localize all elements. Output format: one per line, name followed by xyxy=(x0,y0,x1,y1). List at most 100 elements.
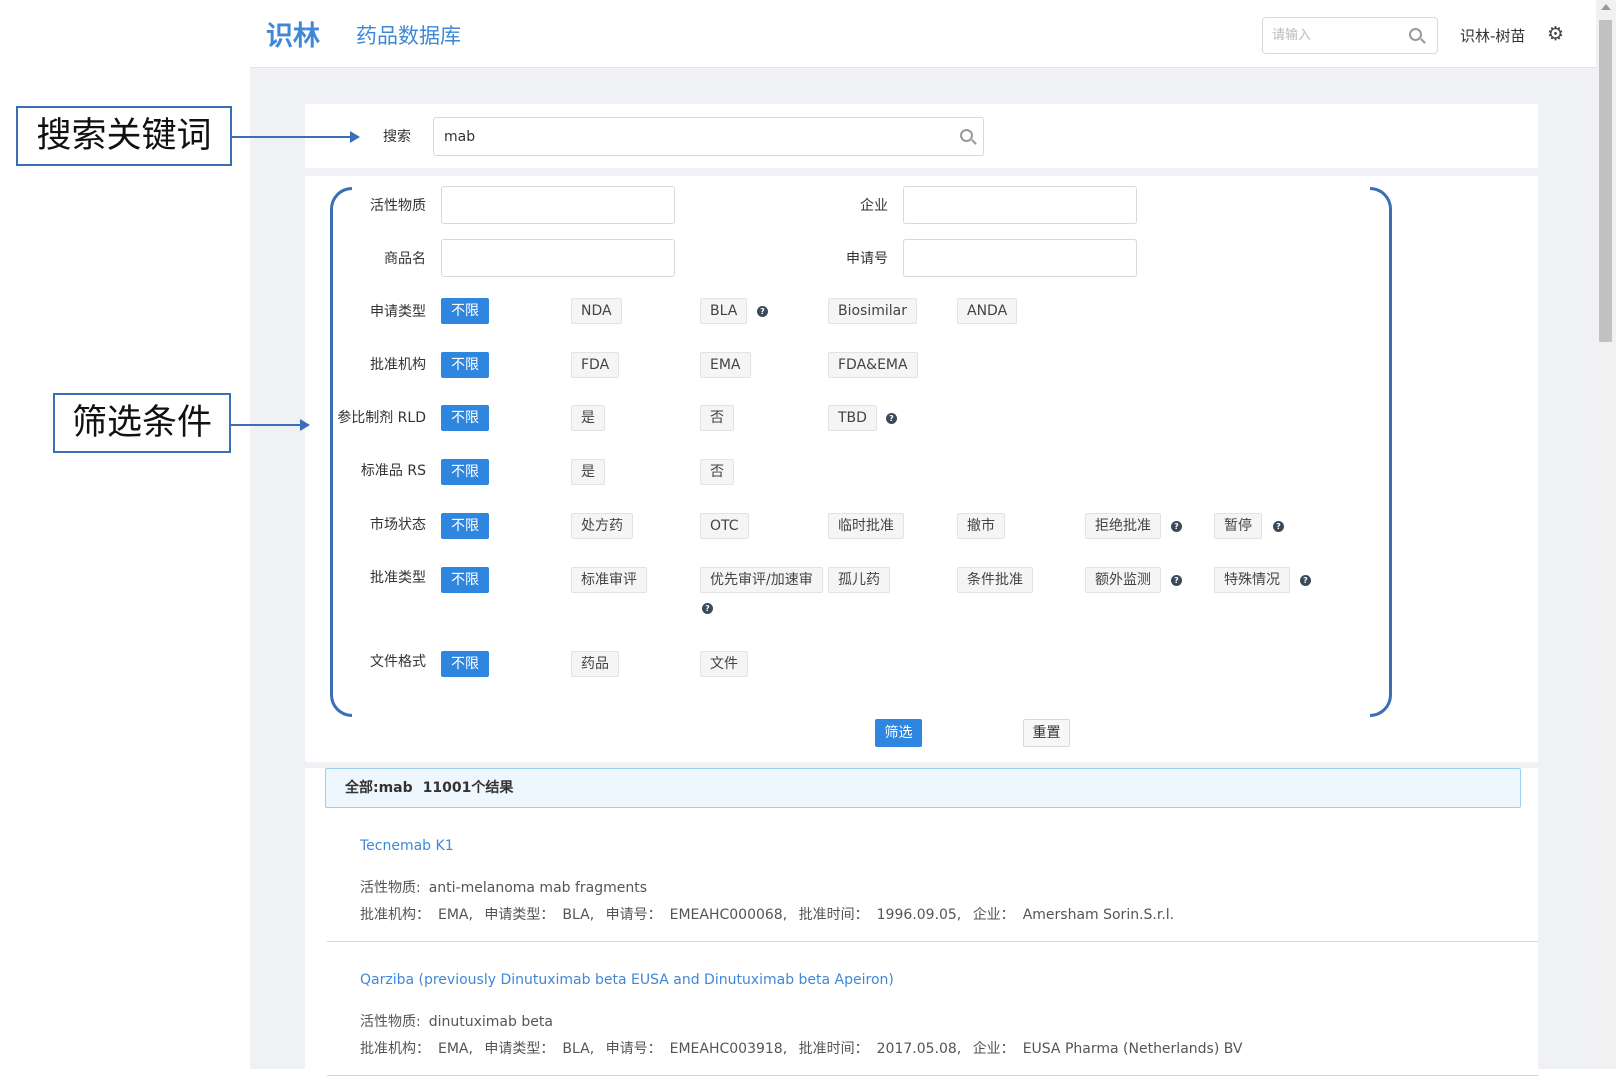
chip-application-type-anda[interactable]: ANDA xyxy=(957,298,1018,324)
app-no-value: EMEAHC003918, xyxy=(669,1041,788,1057)
agency-value: EMA, xyxy=(438,1041,473,1057)
chip-approval-conditional[interactable]: 条件批准 xyxy=(957,567,1033,593)
help-icon[interactable]: ? xyxy=(1300,575,1311,586)
chip-market-temporary[interactable]: 临时批准 xyxy=(828,513,904,539)
active-value: dinutuximab beta xyxy=(428,1014,553,1030)
result-meta-line: 批准机构： EMA, 申请类型： BLA, 申请号： EMEAHC000068, 批准… xyxy=(360,904,1181,924)
chip-market-any[interactable]: 不限 xyxy=(441,513,489,539)
chip-approval-standard[interactable]: 标准审评 xyxy=(571,567,647,593)
chip-agency-ema[interactable]: EMA xyxy=(700,352,751,378)
company-label: 企业： xyxy=(972,1041,1015,1057)
annotation-keyword: 搜索关键词 xyxy=(16,106,232,166)
result-active-line: 活性物质: dinutuximab beta xyxy=(360,1011,560,1031)
help-icon[interactable]: ? xyxy=(757,306,768,317)
chip-agency-any[interactable]: 不限 xyxy=(441,352,489,378)
company-input[interactable] xyxy=(903,186,1137,224)
help-icon[interactable]: ? xyxy=(1171,521,1182,532)
result-count: 11001个结果 xyxy=(422,780,514,796)
results-panel: 全部:mab 11001个结果 Tecnemab K1 活性物质: anti-mel… xyxy=(305,768,1538,1076)
annotation-arrow-keyword xyxy=(232,131,360,143)
filter-label-agency: 批准机构 xyxy=(370,357,426,373)
agency-label: 批准机构： xyxy=(360,907,430,923)
chip-application-type-bla[interactable]: BLA xyxy=(700,298,748,324)
keyword-search-panel: 搜索 xyxy=(305,104,1538,168)
type-label: 申请类型： xyxy=(484,1041,555,1057)
date-value: 2017.05.08, xyxy=(876,1041,962,1057)
top-search-box[interactable] xyxy=(1262,17,1438,54)
agency-value: EMA, xyxy=(438,907,473,923)
module-title[interactable]: 药品数据库 xyxy=(356,20,461,50)
chip-approval-any[interactable]: 不限 xyxy=(441,567,489,593)
active-substance-input[interactable] xyxy=(441,186,675,224)
result-active-line: 活性物质: anti-melanoma mab fragments xyxy=(360,877,654,897)
annotation-filter: 筛选条件 xyxy=(53,393,231,453)
chip-rld-any[interactable]: 不限 xyxy=(441,405,489,431)
agency-label: 批准机构： xyxy=(360,1041,430,1057)
date-label: 批准时间： xyxy=(798,907,869,923)
chip-format-drug[interactable]: 药品 xyxy=(571,651,619,677)
chip-application-type-nda[interactable]: NDA xyxy=(571,298,622,324)
chip-rs-yes[interactable]: 是 xyxy=(571,459,605,485)
chip-rld-tbd[interactable]: TBD xyxy=(828,405,877,431)
filter-label-file-format: 文件格式 xyxy=(370,654,426,670)
search-label: 搜索 xyxy=(383,129,411,145)
chip-approval-exceptional[interactable]: 特殊情况 xyxy=(1214,567,1290,593)
help-icon[interactable]: ? xyxy=(1273,521,1284,532)
chip-agency-fda[interactable]: FDA xyxy=(571,352,620,378)
filter-button[interactable]: 筛选 xyxy=(875,719,922,747)
filter-panel: 活性物质 企业 商品名 申请号 申请类型 不限 NDA BLA ? Biosim… xyxy=(305,176,1538,762)
chip-application-type-any[interactable]: 不限 xyxy=(441,298,489,324)
chip-market-otc[interactable]: OTC xyxy=(700,513,749,539)
type-value: BLA, xyxy=(562,907,595,923)
help-icon[interactable]: ? xyxy=(886,413,897,424)
search-icon[interactable] xyxy=(960,129,973,142)
chip-format-any[interactable]: 不限 xyxy=(441,651,489,677)
help-icon[interactable]: ? xyxy=(702,603,713,614)
chip-format-document[interactable]: 文件 xyxy=(700,651,748,677)
chip-rs-any[interactable]: 不限 xyxy=(441,459,489,485)
chip-rld-no[interactable]: 否 xyxy=(700,405,734,431)
type-value: BLA, xyxy=(562,1041,595,1057)
keyword-search-input[interactable] xyxy=(434,118,934,155)
app-no-value: EMEAHC000068, xyxy=(669,907,788,923)
application-no-label: 申请号 xyxy=(846,251,888,267)
brand-logo[interactable]: 识林 xyxy=(266,14,320,53)
chip-agency-fda-ema[interactable]: FDA&EMA xyxy=(828,352,918,378)
company-label: 企业 xyxy=(860,198,888,214)
result-title-link[interactable]: Tecnemab K1 xyxy=(360,838,454,854)
trade-name-label: 商品名 xyxy=(384,251,426,267)
top-search-input[interactable] xyxy=(1263,18,1403,53)
chip-rs-no[interactable]: 否 xyxy=(700,459,734,485)
gear-icon[interactable]: ⚙ xyxy=(1547,25,1565,44)
result-item: Qarziba (previously Dinutuximab beta EUS… xyxy=(327,942,1538,1076)
company-value: Amersham Sorin.S.r.l. xyxy=(1022,907,1175,923)
chip-rld-yes[interactable]: 是 xyxy=(571,405,605,431)
app-no-label: 申请号： xyxy=(605,1041,662,1057)
user-menu[interactable]: 识林-树苗 xyxy=(1460,25,1525,46)
application-no-input[interactable] xyxy=(903,239,1137,277)
chip-market-suspended[interactable]: 暂停 xyxy=(1214,513,1262,539)
chip-market-withdrawn[interactable]: 撤市 xyxy=(957,513,1005,539)
reset-button[interactable]: 重置 xyxy=(1023,719,1070,747)
chip-approval-priority[interactable]: 优先审评/加速审 xyxy=(700,567,823,593)
vertical-scrollbar[interactable] xyxy=(1596,0,1616,1069)
app-page: 识林 药品数据库 识林-树苗 ⚙ 搜索 活性物质 企业 商品名 申请号 申请类型… xyxy=(250,0,1596,1076)
keyword-search-box[interactable] xyxy=(433,117,984,156)
help-icon[interactable]: ? xyxy=(1171,575,1182,586)
scroll-up-arrow-icon[interactable] xyxy=(1601,4,1611,10)
chip-market-prescription[interactable]: 处方药 xyxy=(571,513,633,539)
chip-approval-additional-monitoring[interactable]: 额外监测 xyxy=(1085,567,1161,593)
chip-application-type-biosimilar[interactable]: Biosimilar xyxy=(828,298,917,324)
result-summary: 全部:mab 11001个结果 xyxy=(325,768,1521,808)
active-label: 活性物质: xyxy=(360,1014,421,1030)
chip-approval-orphan[interactable]: 孤儿药 xyxy=(828,567,890,593)
trade-name-input[interactable] xyxy=(441,239,675,277)
filter-label-approval-type: 批准类型 xyxy=(370,570,426,586)
chip-market-rejected[interactable]: 拒绝批准 xyxy=(1085,513,1161,539)
company-label: 企业： xyxy=(972,907,1015,923)
search-icon[interactable] xyxy=(1409,28,1422,41)
scrollbar-thumb[interactable] xyxy=(1599,20,1612,342)
date-value: 1996.09.05, xyxy=(876,907,962,923)
annotation-bracket-left xyxy=(330,187,352,717)
result-title-link[interactable]: Qarziba (previously Dinutuximab beta EUS… xyxy=(360,972,894,988)
